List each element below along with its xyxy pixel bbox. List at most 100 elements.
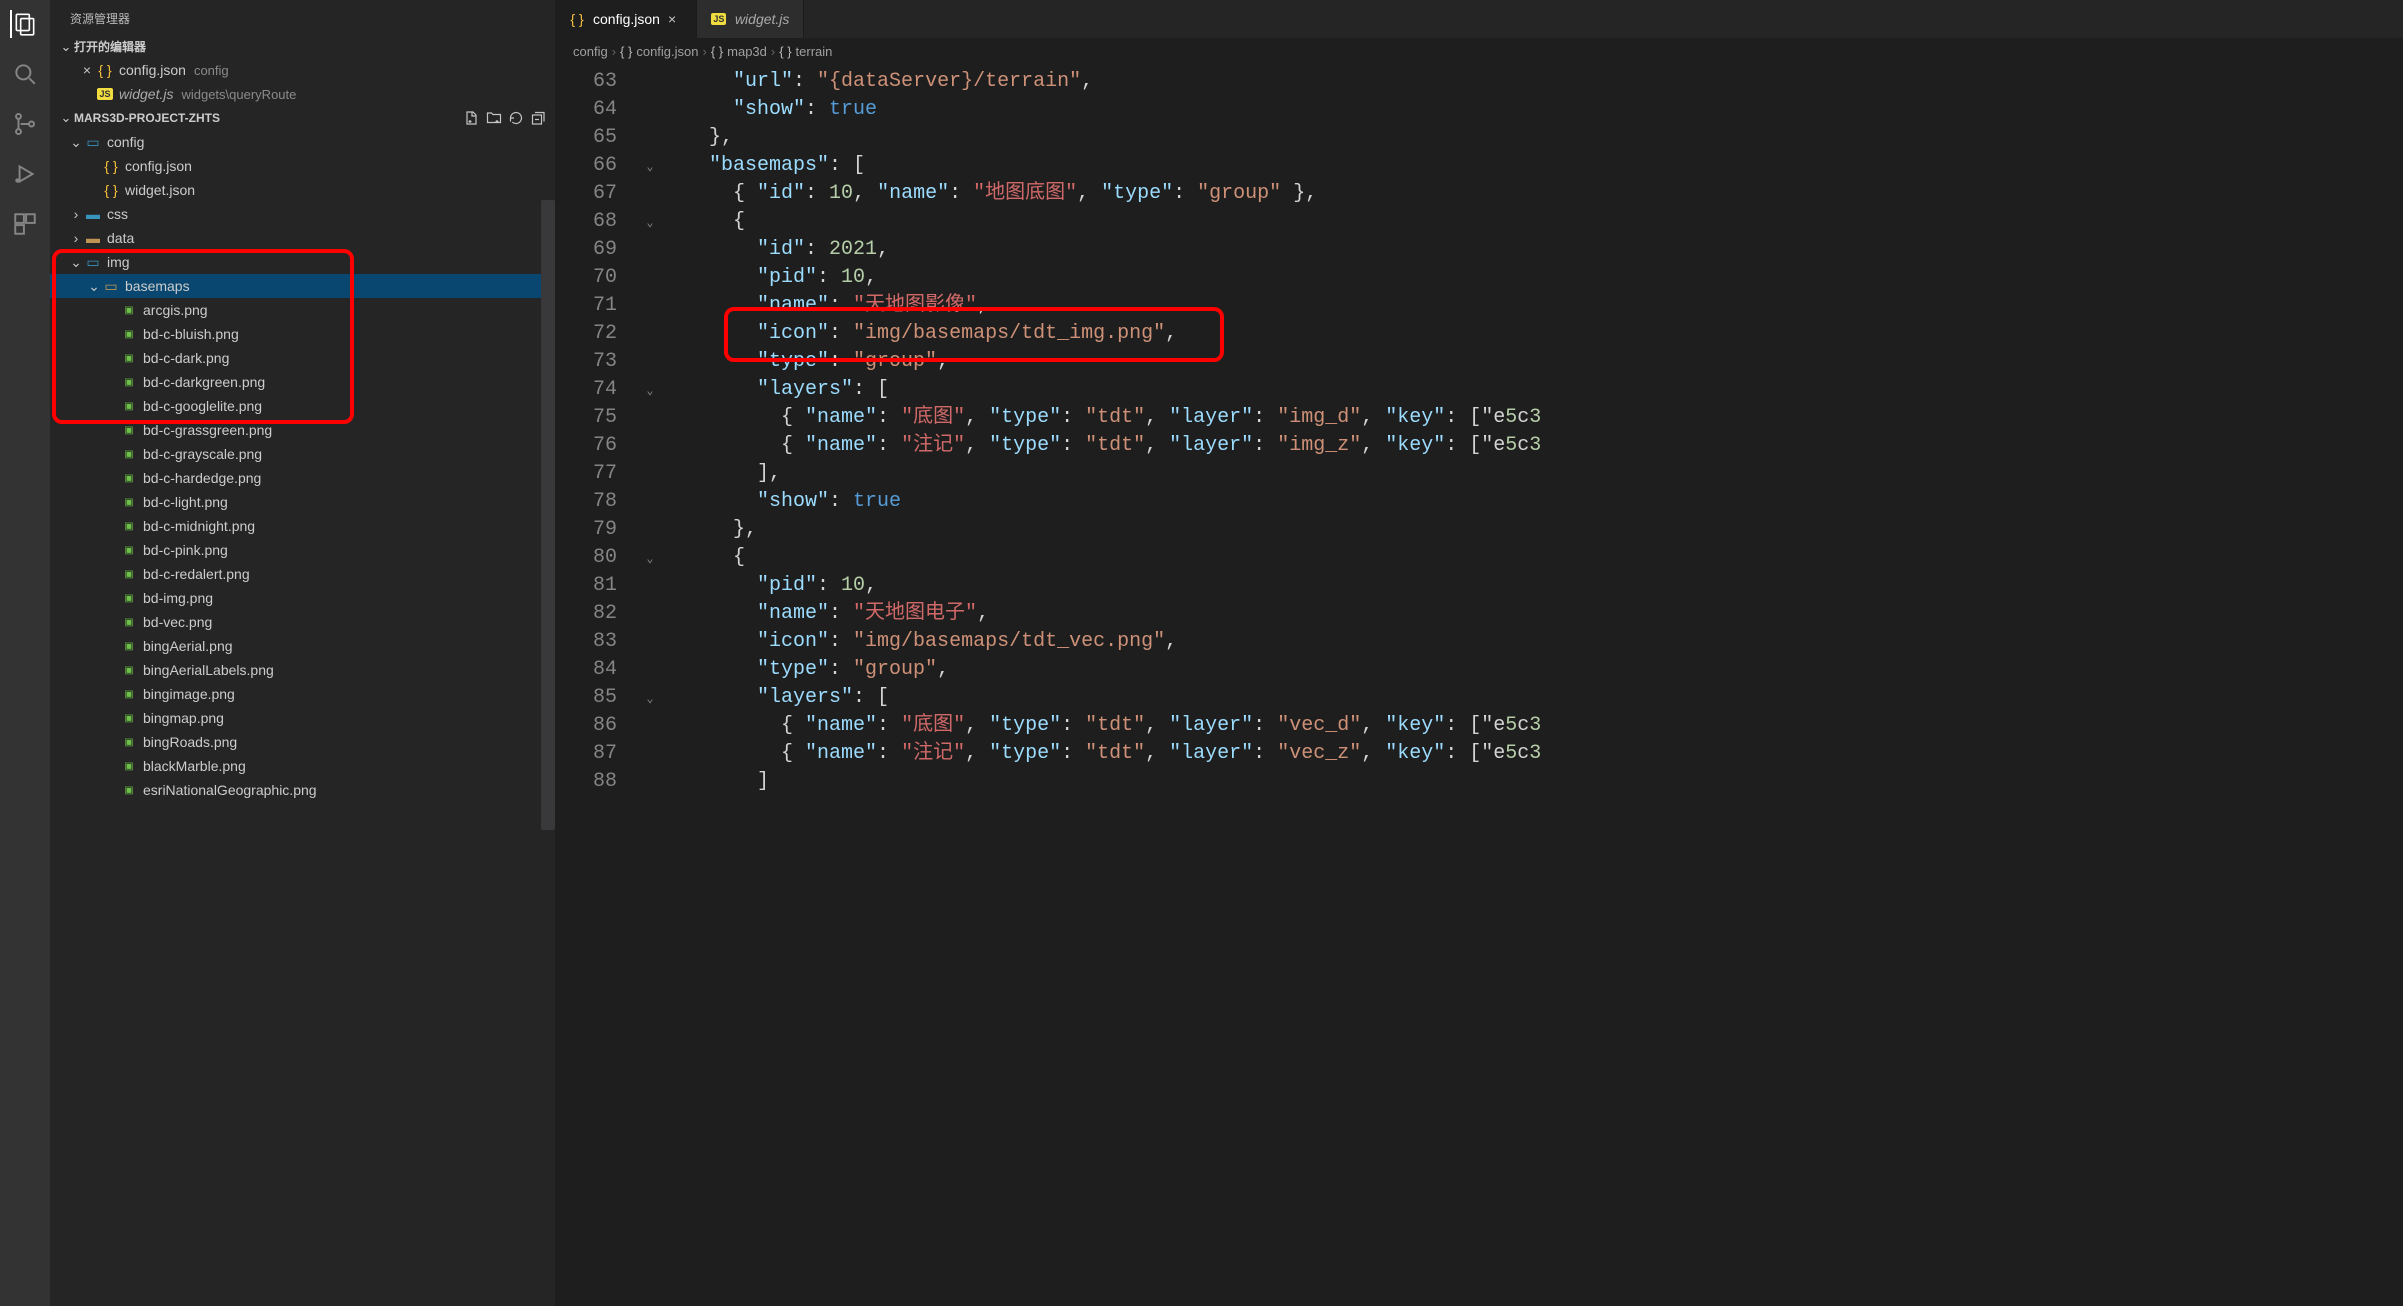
file-icon: ▣ (120, 545, 138, 556)
fold-icon (639, 628, 661, 656)
close-icon[interactable]: × (78, 62, 96, 78)
fold-icon (639, 180, 661, 208)
file-icon: ▣ (120, 473, 138, 484)
twisty-icon: ⌄ (68, 254, 84, 271)
tree-file[interactable]: ▣bingAerial.png (50, 634, 555, 658)
line-numbers: 6364656667686970717273747576777879808182… (555, 64, 639, 1306)
open-editor-name: widget.js (119, 86, 173, 102)
tree-file[interactable]: ▣bd-c-light.png (50, 490, 555, 514)
tree-file[interactable]: ▣ bd-c-dark.png (50, 346, 555, 370)
tree-file[interactable]: ▣bd-c-midnight.png (50, 514, 555, 538)
open-editor-item[interactable]: JSwidget.jswidgets\queryRoute (50, 82, 555, 106)
file-icon: ▬ (84, 230, 102, 246)
source-control-icon[interactable] (11, 110, 39, 138)
tree-label: bd-c-dark.png (143, 350, 229, 366)
breadcrumb-item[interactable]: config (573, 44, 608, 59)
tree-label: bingimage.png (143, 686, 235, 702)
file-icon: JS (96, 88, 114, 100)
tree-file[interactable]: { }widget.json (50, 178, 555, 202)
tree-label: data (107, 230, 134, 246)
scrollbar-thumb[interactable] (541, 200, 555, 830)
fold-column[interactable]: ⌄ ⌄ ⌄ ⌄ ⌄ (639, 64, 661, 1306)
file-icon: { } (96, 62, 114, 78)
file-icon: ▭ (102, 278, 120, 295)
new-folder-icon[interactable] (485, 109, 503, 127)
tree-file[interactable]: ▣bd-c-grassgreen.png (50, 418, 555, 442)
collapse-all-icon[interactable] (529, 109, 547, 127)
breadcrumb-item[interactable]: config.json (636, 44, 698, 59)
code-content[interactable]: "url": "{dataServer}/terrain", "show": t… (661, 64, 2403, 1306)
twisty-icon: ⌄ (68, 134, 84, 151)
tree-folder[interactable]: ⌄▭basemaps (50, 274, 555, 298)
braces-icon: { } (779, 44, 791, 59)
tree-file[interactable]: ▣ bingimage.png (50, 682, 555, 706)
editor-tab[interactable]: { }config.json× (555, 0, 697, 38)
tree-folder[interactable]: ⌄▭config (50, 130, 555, 154)
fold-icon (639, 488, 661, 516)
file-tree[interactable]: ⌄▭config{ }config.json{ }widget.json›▬cs… (50, 130, 555, 1306)
tree-label: bd-c-redalert.png (143, 566, 250, 582)
tree-file[interactable]: ▣blackMarble.png (50, 754, 555, 778)
file-icon: ▣ (120, 689, 138, 700)
fold-icon (639, 600, 661, 628)
fold-icon (639, 460, 661, 488)
tree-file[interactable]: ▣bd-c-pink.png (50, 538, 555, 562)
fold-icon (639, 348, 661, 376)
tree-folder[interactable]: ›▬data (50, 226, 555, 250)
tree-file[interactable]: { }config.json (50, 154, 555, 178)
file-icon: ▣ (120, 713, 138, 724)
editor-area: { }config.json×JSwidget.js config›{ } co… (555, 0, 2403, 1306)
open-editor-item[interactable]: ×{ }config.jsonconfig (50, 58, 555, 82)
tree-label: arcgis.png (143, 302, 208, 318)
search-icon[interactable] (11, 60, 39, 88)
tree-folder[interactable]: ⌄▭img (50, 250, 555, 274)
tabs-bar: { }config.json×JSwidget.js (555, 0, 2403, 38)
tree-file[interactable]: ▣bd-c-grayscale.png (50, 442, 555, 466)
fold-icon[interactable]: ⌄ (639, 684, 661, 712)
tree-file[interactable]: ▣bingAerialLabels.png (50, 658, 555, 682)
tree-file[interactable]: ▣bd-c-googlelite.png (50, 394, 555, 418)
tree-file[interactable]: ▣esriNationalGeographic.png (50, 778, 555, 802)
tree-label: bd-c-grassgreen.png (143, 422, 272, 438)
braces-icon: { } (711, 44, 723, 59)
breadcrumb-item[interactable]: map3d (727, 44, 767, 59)
editor-tab[interactable]: JSwidget.js (697, 0, 804, 38)
tree-file[interactable]: ▣bd-c-bluish.png (50, 322, 555, 346)
tree-file[interactable]: ▣bd-img.png (50, 586, 555, 610)
tree-folder[interactable]: ›▬css (50, 202, 555, 226)
file-icon: { } (102, 158, 120, 174)
explorer-icon[interactable] (10, 10, 38, 38)
tree-file[interactable]: ▣bd-vec.png (50, 610, 555, 634)
fold-icon[interactable]: ⌄ (639, 544, 661, 572)
breadcrumb[interactable]: config›{ } config.json›{ } map3d›{ } ter… (555, 38, 2403, 64)
chevron-down-icon: ⌄ (58, 110, 74, 126)
tree-file[interactable]: ▣bingmap.png (50, 706, 555, 730)
fold-icon[interactable]: ⌄ (639, 208, 661, 236)
tree-file[interactable]: ▣bingRoads.png (50, 730, 555, 754)
file-icon: ▣ (120, 593, 138, 604)
fold-icon[interactable]: ⌄ (639, 376, 661, 404)
open-editors-header[interactable]: ⌄ 打开的编辑器 (50, 35, 555, 58)
fold-icon (639, 656, 661, 684)
breadcrumb-item[interactable]: terrain (796, 44, 833, 59)
new-file-icon[interactable] (463, 109, 481, 127)
open-editor-name: config.json (119, 62, 186, 78)
project-header[interactable]: ⌄ MARS3D-PROJECT-ZHTS (50, 106, 555, 130)
tree-file[interactable]: ▣bd-c-redalert.png (50, 562, 555, 586)
extensions-icon[interactable] (11, 210, 39, 238)
file-icon: ▣ (120, 353, 138, 364)
tree-label: bingAerial.png (143, 638, 233, 654)
fold-icon[interactable]: ⌄ (639, 152, 661, 180)
fold-icon (639, 404, 661, 432)
code-area[interactable]: 6364656667686970717273747576777879808182… (555, 64, 2403, 1306)
open-editors-list: ×{ }config.jsonconfigJSwidget.jswidgets\… (50, 58, 555, 106)
tree-label: bd-c-grayscale.png (143, 446, 262, 462)
activity-bar (0, 0, 50, 1306)
tree-file[interactable]: ▣bd-c-hardedge.png (50, 466, 555, 490)
close-icon[interactable]: × (668, 11, 682, 27)
refresh-icon[interactable] (507, 109, 525, 127)
tree-file[interactable]: ▣bd-c-darkgreen.png (50, 370, 555, 394)
run-debug-icon[interactable] (11, 160, 39, 188)
tree-label: bd-vec.png (143, 614, 212, 630)
tree-file[interactable]: ▣arcgis.png (50, 298, 555, 322)
